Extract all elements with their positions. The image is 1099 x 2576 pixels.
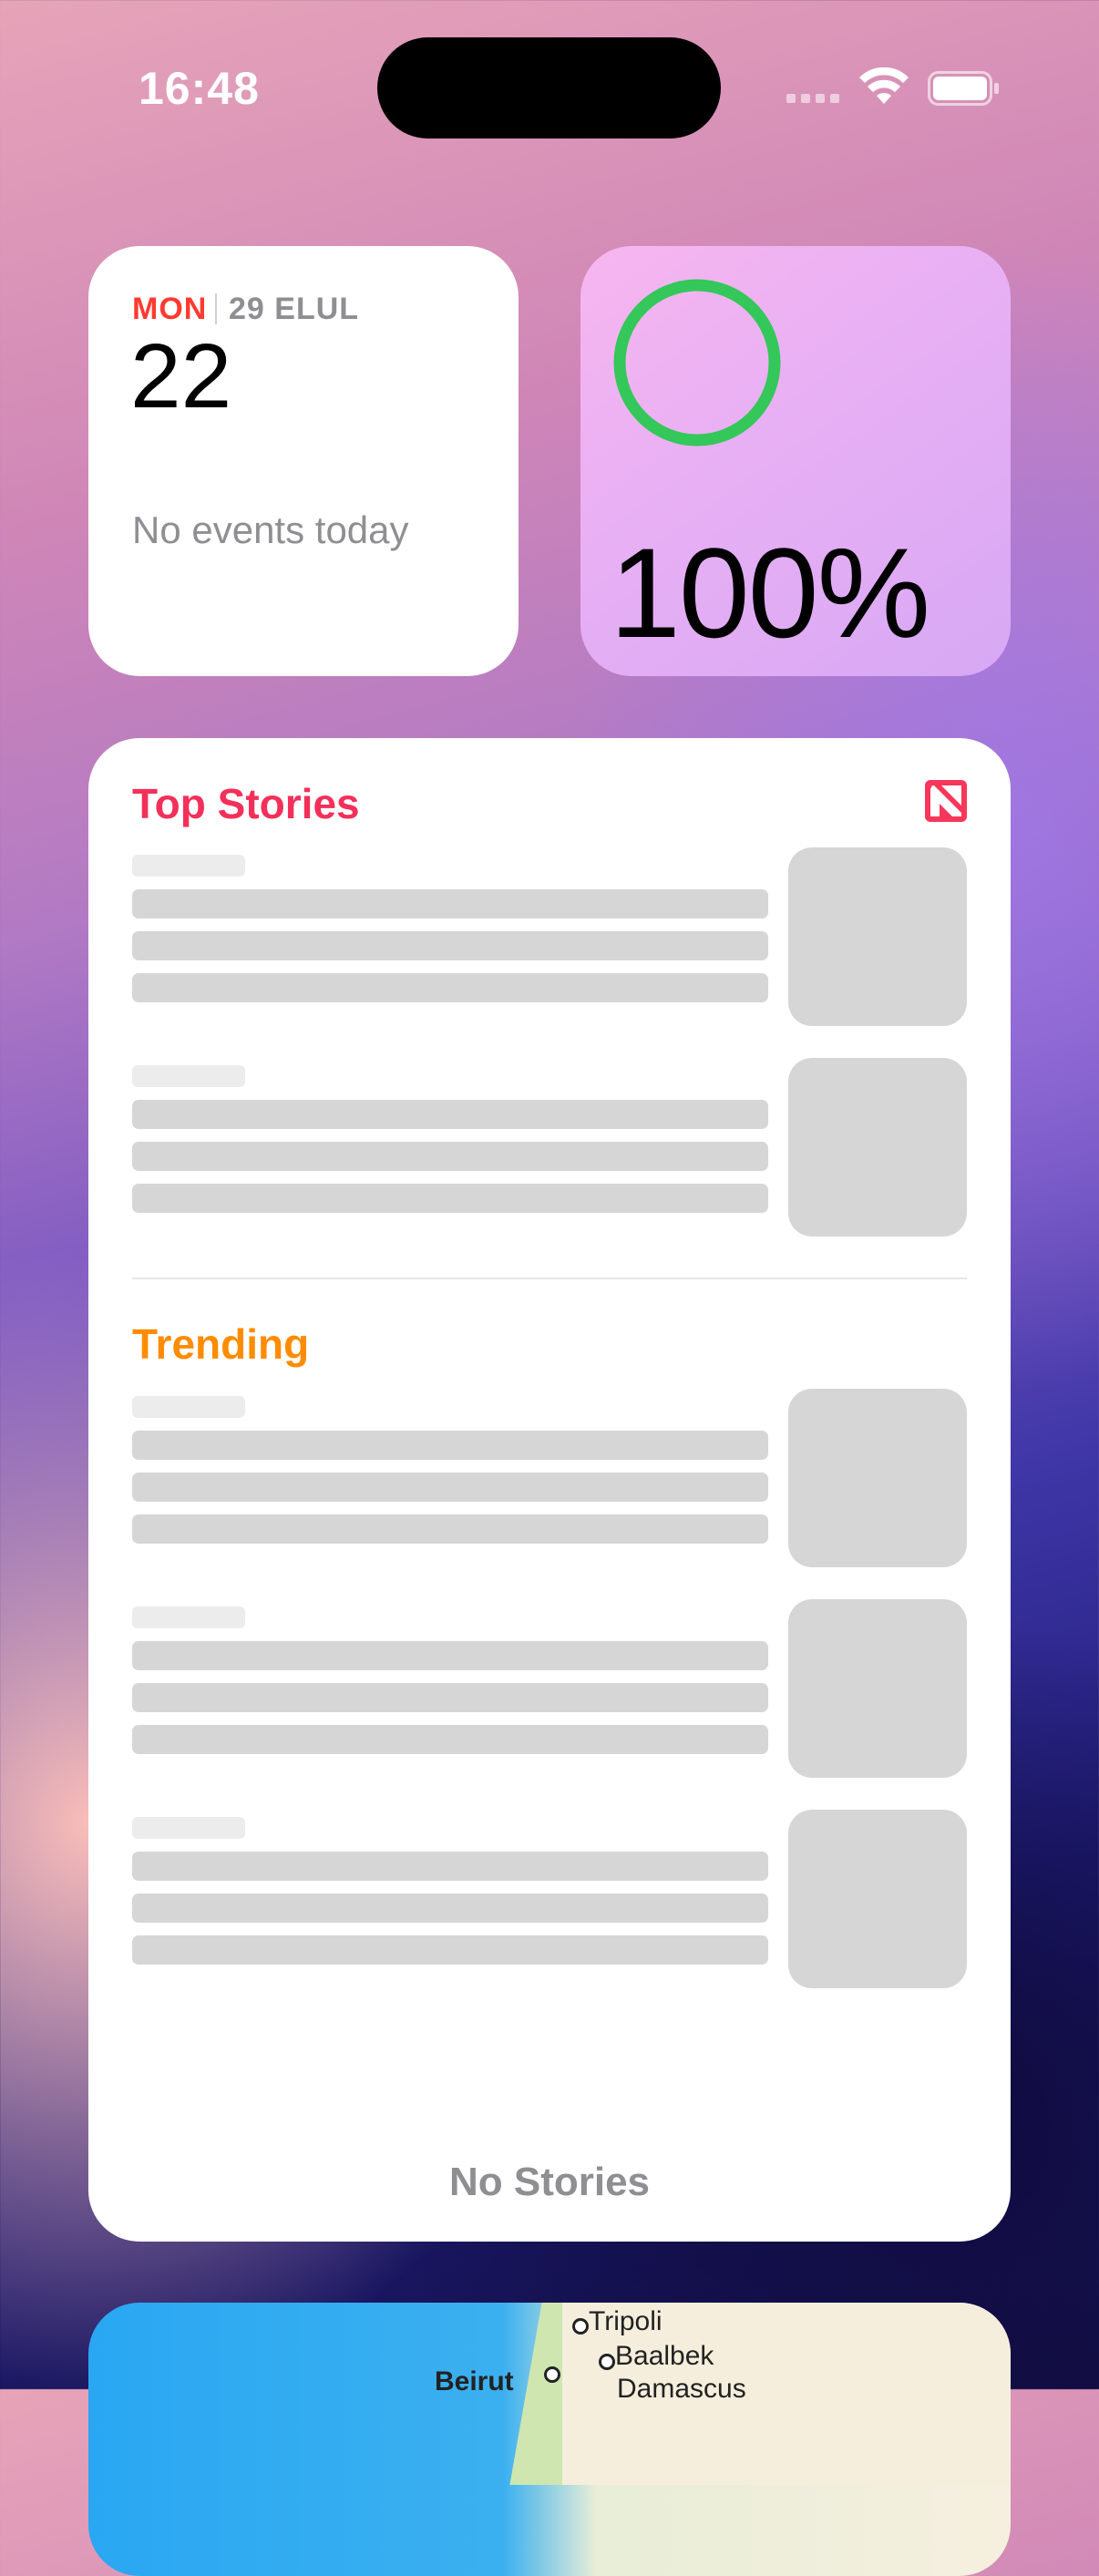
calendar-day-number: 22 [130,325,232,427]
trending-title: Trending [132,1320,310,1368]
no-stories-message: No Stories [448,2160,651,2204]
story-thumbnail [788,1599,967,1778]
maps-widget[interactable]: Tripoli Baalbek Beirut Damascus [88,2303,1011,2576]
section-divider [132,1278,967,1279]
calendar-widget[interactable]: MON 29 ELUL 22 No events today [88,246,519,676]
story-thumbnail [788,847,967,1026]
map-label-damascus: Damascus [617,2374,746,2404]
cellular-signal-icon [786,94,839,103]
calendar-weekday: MON [132,292,208,326]
calendar-hebrew-date: 29 ELUL [229,292,360,326]
map-city-marker [599,2354,615,2370]
top-stories-title: Top Stories [132,780,360,827]
status-time: 16:48 [139,63,260,114]
calendar-empty-message: No events today [132,508,409,551]
story-placeholder[interactable] [132,1599,967,1785]
map-city-marker [572,2318,589,2335]
story-placeholder[interactable] [132,1810,967,1996]
battery-icon [928,71,999,106]
battery-percent: 100% [610,521,930,664]
map-label-beirut: Beirut [435,2366,514,2396]
wifi-icon [859,67,909,104]
dynamic-island [377,37,721,139]
battery-ring-icon [613,279,781,446]
story-thumbnail [788,1058,967,1237]
story-placeholder[interactable] [132,1389,967,1575]
batteries-widget[interactable]: 100% [580,246,1011,676]
map-city-marker [544,2366,560,2383]
story-placeholder[interactable] [132,1058,967,1244]
apple-news-icon [925,780,967,822]
news-widget[interactable]: Top Stories Trending No Stories [88,738,1011,2242]
story-placeholder[interactable] [132,847,967,1033]
story-thumbnail [788,1389,967,1567]
story-thumbnail [788,1810,967,1988]
map-label-tripoli: Tripoli [589,2306,662,2336]
calendar-separator [215,293,217,324]
map-label-baalbek: Baalbek [615,2341,714,2371]
